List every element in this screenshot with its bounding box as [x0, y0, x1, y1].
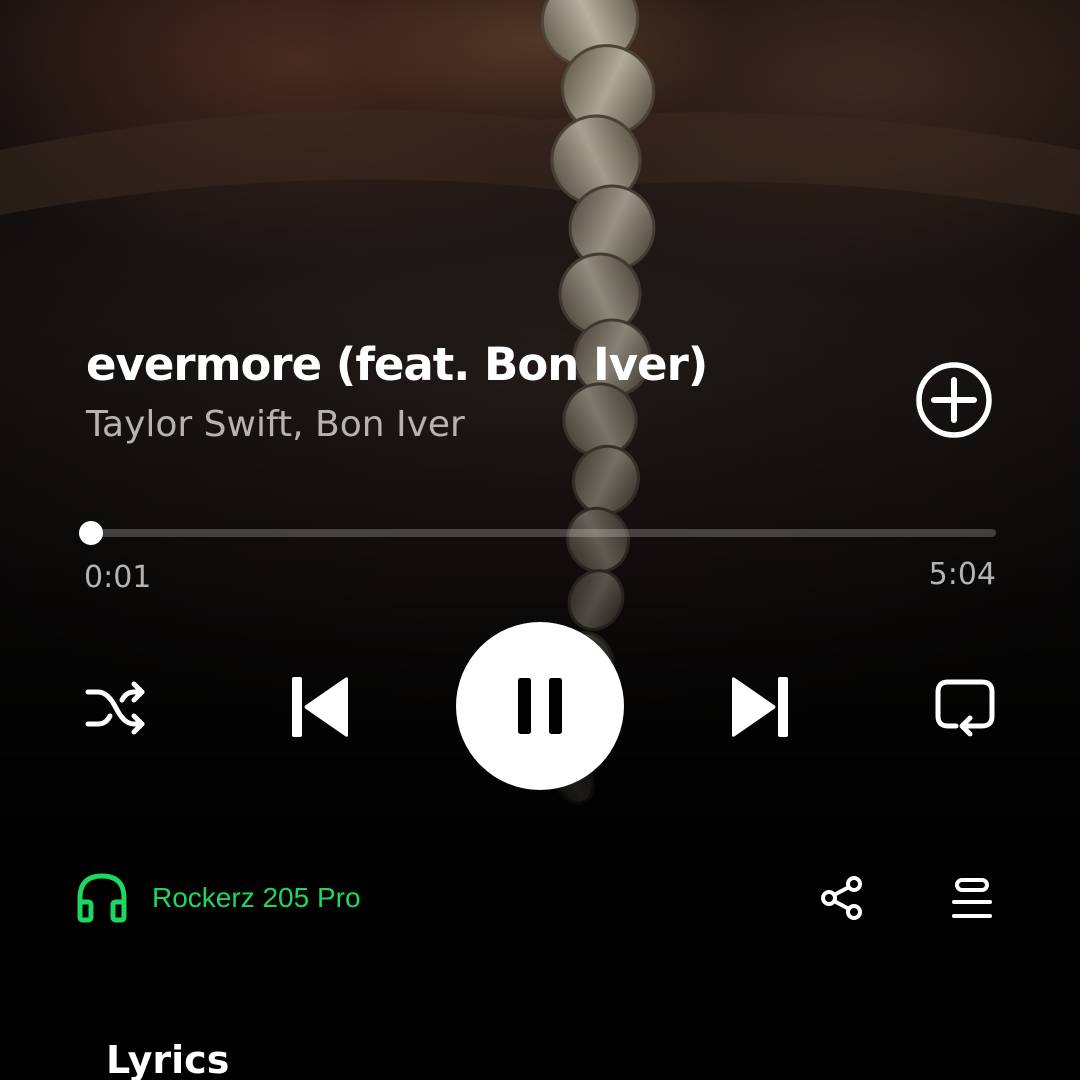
- share-icon[interactable]: [820, 876, 864, 920]
- queue-icon[interactable]: [950, 878, 994, 920]
- track-artists[interactable]: Taylor Swift, Bon Iver: [86, 404, 465, 445]
- pause-icon: [518, 678, 562, 734]
- repeat-icon[interactable]: [934, 678, 996, 738]
- connected-device[interactable]: Rockerz 205 Pro: [76, 872, 361, 924]
- now-playing-screen: evermore (feat. Bon Iver) Taylor Swift, …: [0, 0, 1080, 1080]
- progress-scrubber-handle[interactable]: [78, 521, 103, 545]
- total-duration: 5:04: [928, 557, 996, 592]
- pause-button[interactable]: [456, 622, 624, 790]
- lyrics-heading: Lyrics: [106, 1038, 230, 1080]
- elapsed-time: 0:01: [84, 560, 152, 595]
- skip-next-icon[interactable]: [730, 675, 790, 739]
- skip-previous-icon[interactable]: [290, 675, 350, 739]
- shuffle-icon[interactable]: [84, 678, 148, 738]
- track-title: evermore (feat. Bon Iver): [86, 338, 708, 391]
- progress-bar[interactable]: [78, 521, 996, 545]
- plus-circle-icon[interactable]: [914, 360, 994, 440]
- headphones-icon: [77, 873, 127, 923]
- device-name: Rockerz 205 Pro: [152, 882, 361, 913]
